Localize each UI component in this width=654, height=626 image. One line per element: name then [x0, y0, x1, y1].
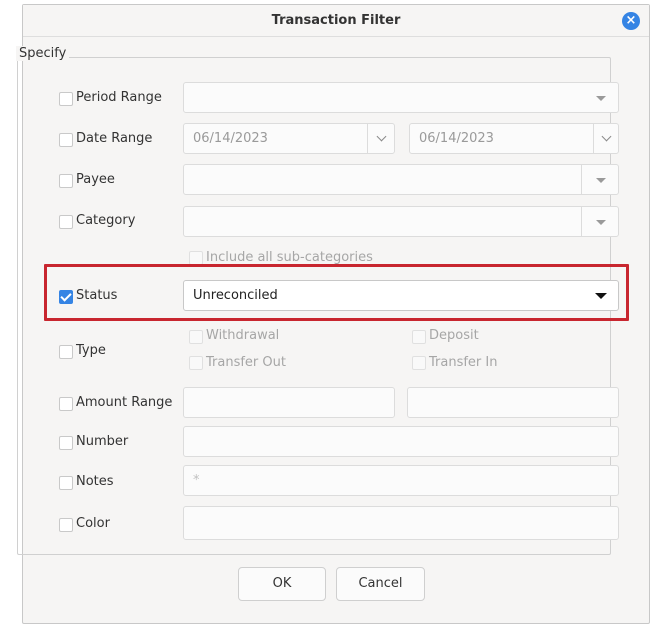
- number-label: Number: [76, 434, 129, 449]
- category-label: Category: [76, 213, 136, 228]
- title-bar: Transaction Filter ×: [23, 5, 649, 37]
- notes-field[interactable]: *: [183, 465, 619, 496]
- withdrawal-label: Withdrawal: [206, 328, 280, 343]
- payee-combo[interactable]: [183, 164, 619, 195]
- date-to-separator: [593, 124, 594, 153]
- period-range-select[interactable]: [183, 82, 619, 113]
- chevron-down-icon[interactable]: [596, 178, 606, 183]
- transfer-out-label: Transfer Out: [206, 355, 286, 370]
- withdrawal-checkbox[interactable]: [189, 330, 203, 344]
- color-picker[interactable]: [183, 506, 619, 540]
- type-checkbox[interactable]: [59, 345, 73, 359]
- transfer-out-checkbox[interactable]: [189, 356, 203, 370]
- date-from-value: 06/14/2023: [193, 131, 268, 146]
- payee-label: Payee: [76, 172, 115, 187]
- close-icon[interactable]: ×: [622, 12, 640, 30]
- amount-min-field[interactable]: [183, 387, 395, 418]
- include-subcategories-checkbox[interactable]: [189, 251, 203, 265]
- date-range-label: Date Range: [76, 131, 153, 146]
- payee-checkbox[interactable]: [59, 174, 73, 188]
- status-checkbox[interactable]: [59, 290, 73, 304]
- date-from-field[interactable]: 06/14/2023: [183, 123, 395, 154]
- chevron-down-icon[interactable]: [601, 131, 612, 142]
- period-range-checkbox[interactable]: [59, 92, 73, 106]
- category-checkbox[interactable]: [59, 215, 73, 229]
- category-combo[interactable]: [183, 206, 619, 237]
- include-subcategories-label: Include all sub-categories: [206, 250, 373, 265]
- category-separator: [581, 207, 582, 236]
- notes-label: Notes: [76, 474, 114, 489]
- color-label: Color: [76, 516, 110, 531]
- cancel-button[interactable]: Cancel: [336, 567, 425, 601]
- date-to-value: 06/14/2023: [419, 131, 494, 146]
- status-label: Status: [76, 288, 118, 303]
- transfer-in-label: Transfer In: [429, 355, 498, 370]
- deposit-checkbox[interactable]: [412, 330, 426, 344]
- chevron-down-icon: [596, 96, 606, 101]
- status-select[interactable]: Unreconciled: [183, 280, 619, 311]
- deposit-label: Deposit: [429, 328, 479, 343]
- date-from-separator: [367, 124, 368, 153]
- date-range-checkbox[interactable]: [59, 133, 73, 147]
- period-range-label: Period Range: [76, 90, 162, 105]
- transfer-in-checkbox[interactable]: [412, 356, 426, 370]
- notes-checkbox[interactable]: [59, 476, 73, 490]
- chevron-down-icon[interactable]: [596, 220, 606, 225]
- color-checkbox[interactable]: [59, 518, 73, 532]
- number-field[interactable]: [183, 426, 619, 457]
- amount-range-checkbox[interactable]: [59, 397, 73, 411]
- chevron-down-icon: [595, 293, 607, 299]
- number-checkbox[interactable]: [59, 436, 73, 450]
- amount-range-label: Amount Range: [76, 395, 173, 410]
- notes-value: *: [193, 473, 200, 488]
- ok-button[interactable]: OK: [238, 567, 326, 601]
- type-label: Type: [76, 343, 106, 358]
- dialog-title: Transaction Filter: [271, 13, 401, 28]
- payee-separator: [581, 165, 582, 194]
- amount-max-field[interactable]: [407, 387, 619, 418]
- chevron-down-icon[interactable]: [376, 131, 387, 142]
- specify-group-label: Specify: [16, 46, 70, 61]
- status-value: Unreconciled: [193, 288, 278, 303]
- date-to-field[interactable]: 06/14/2023: [409, 123, 619, 154]
